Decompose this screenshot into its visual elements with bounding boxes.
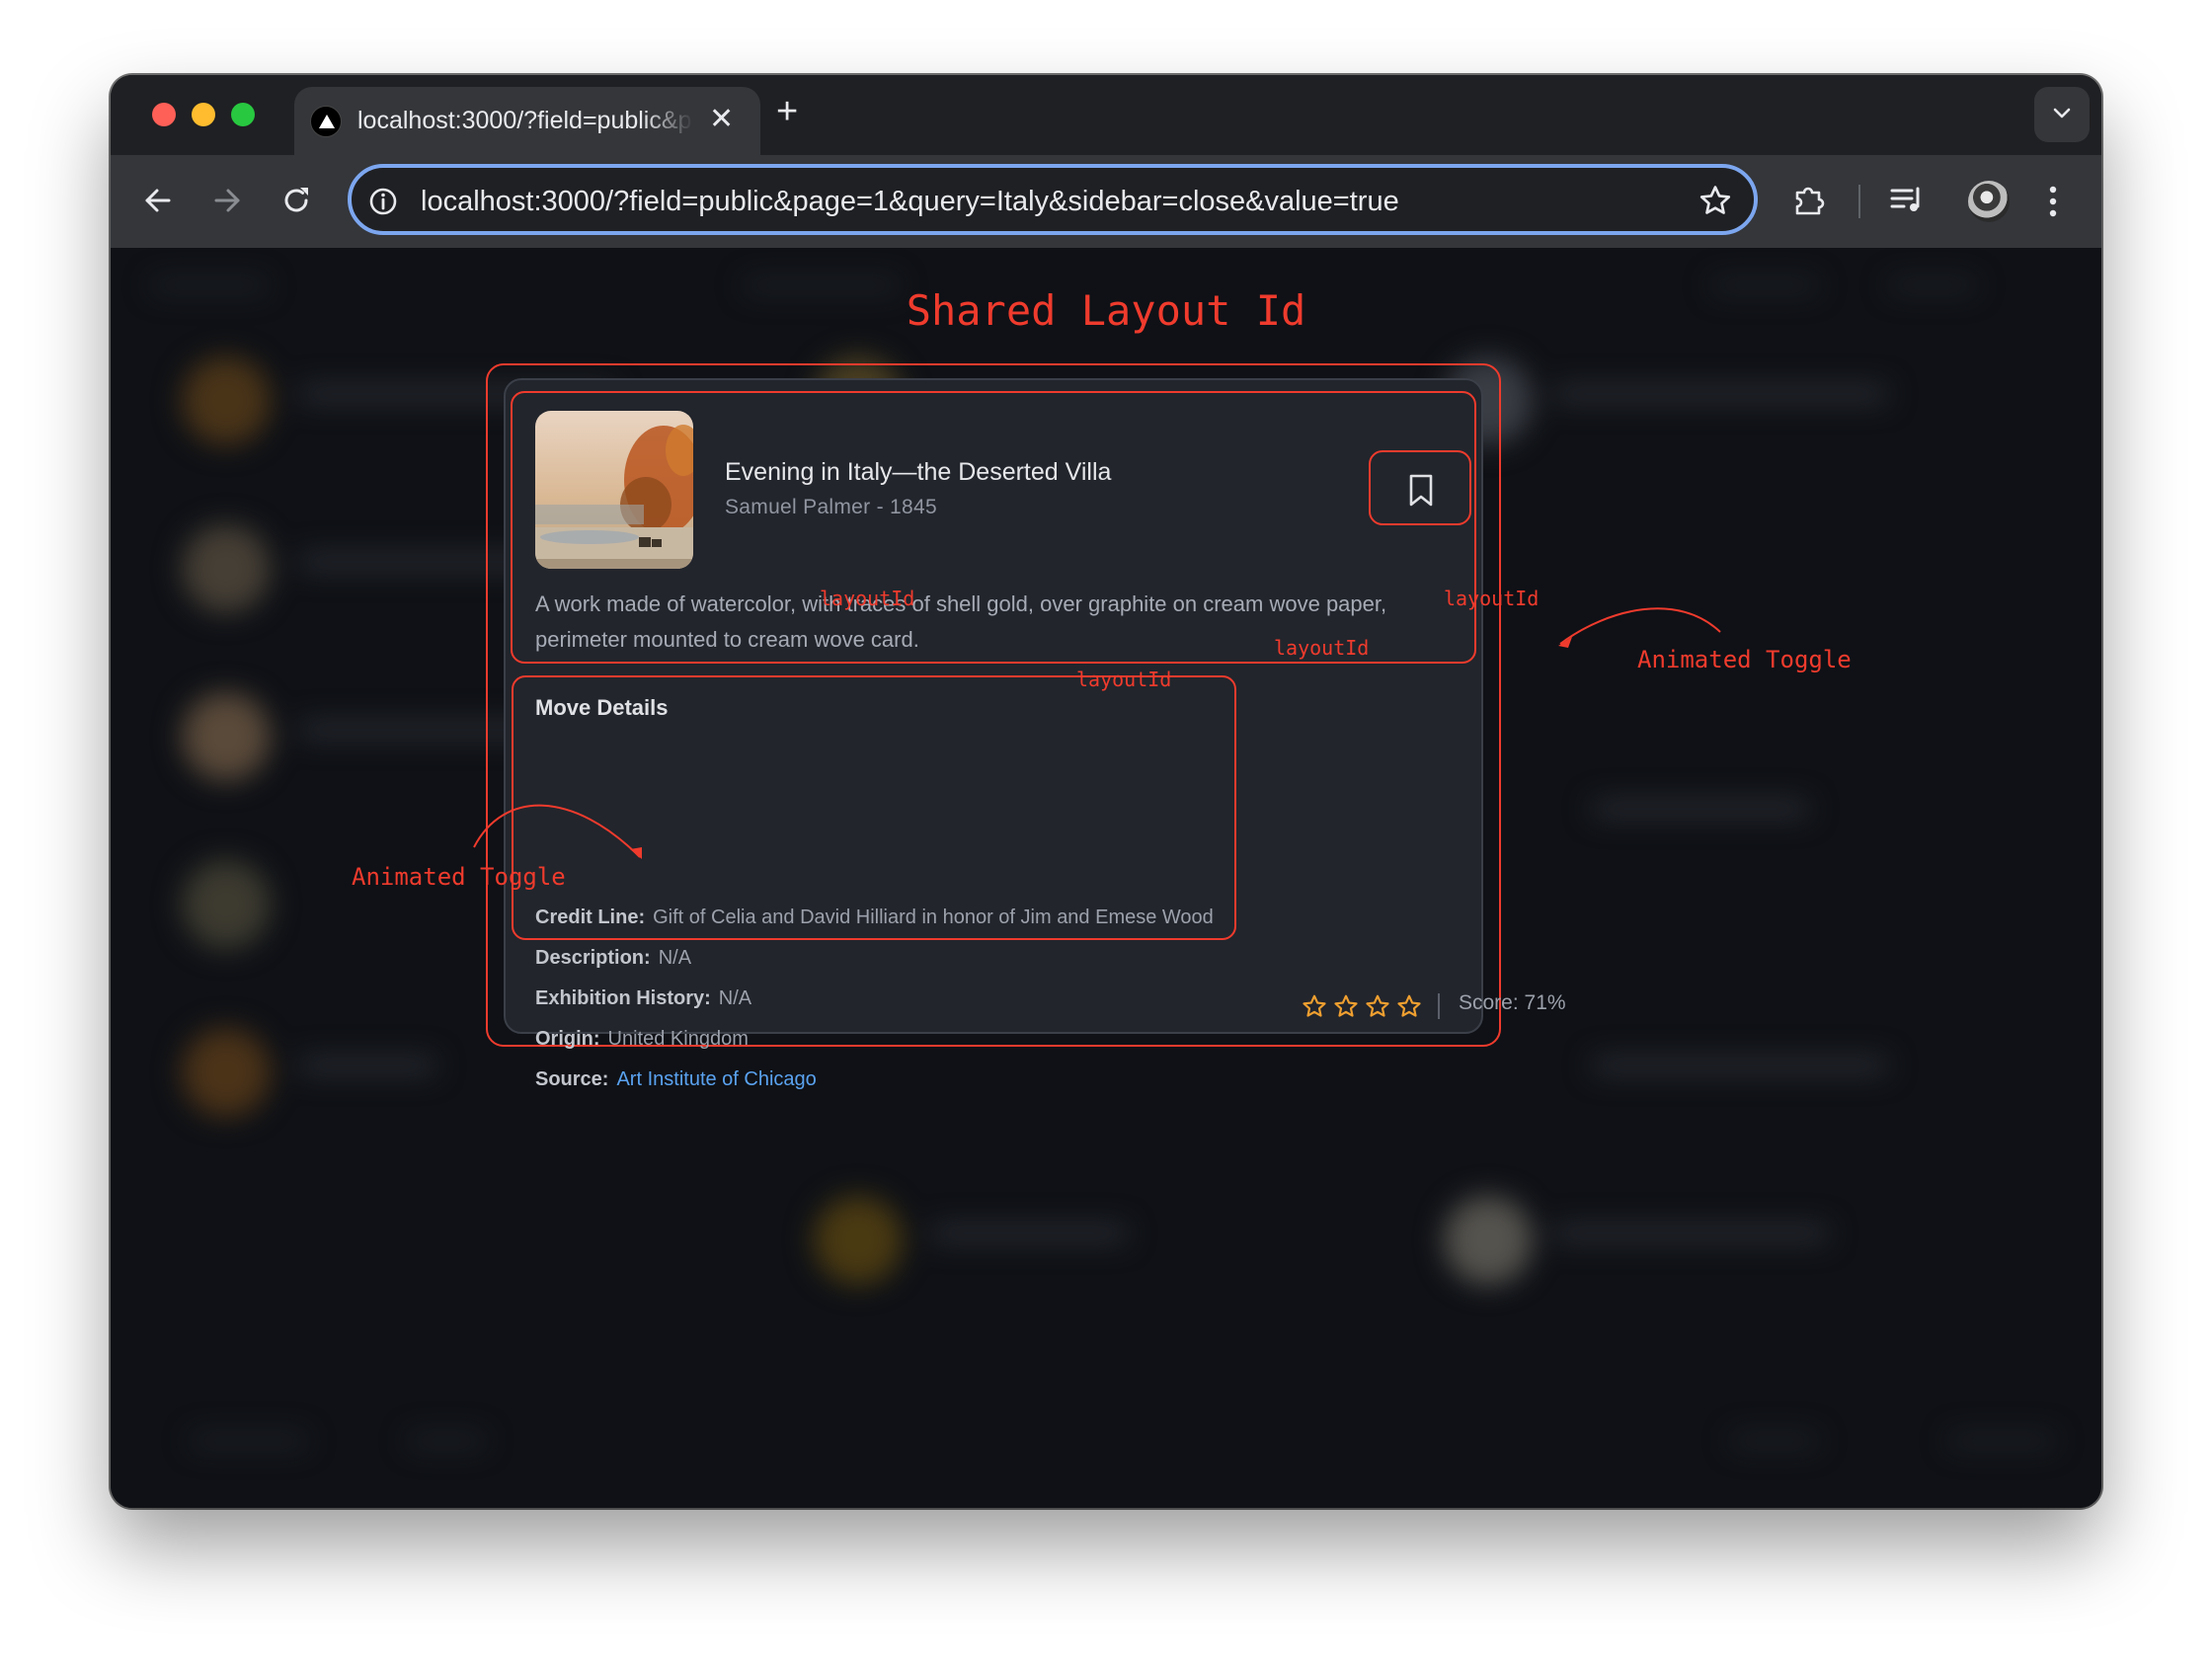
animated-toggle-label-bookmark: Animated Toggle [1637, 646, 1852, 673]
screenshot-stage: localhost:3000/?field=public&page=1&quer… [0, 0, 2212, 1655]
annotation-arrows [473, 607, 1721, 859]
animated-toggle-label-details: Animated Toggle [352, 863, 566, 891]
